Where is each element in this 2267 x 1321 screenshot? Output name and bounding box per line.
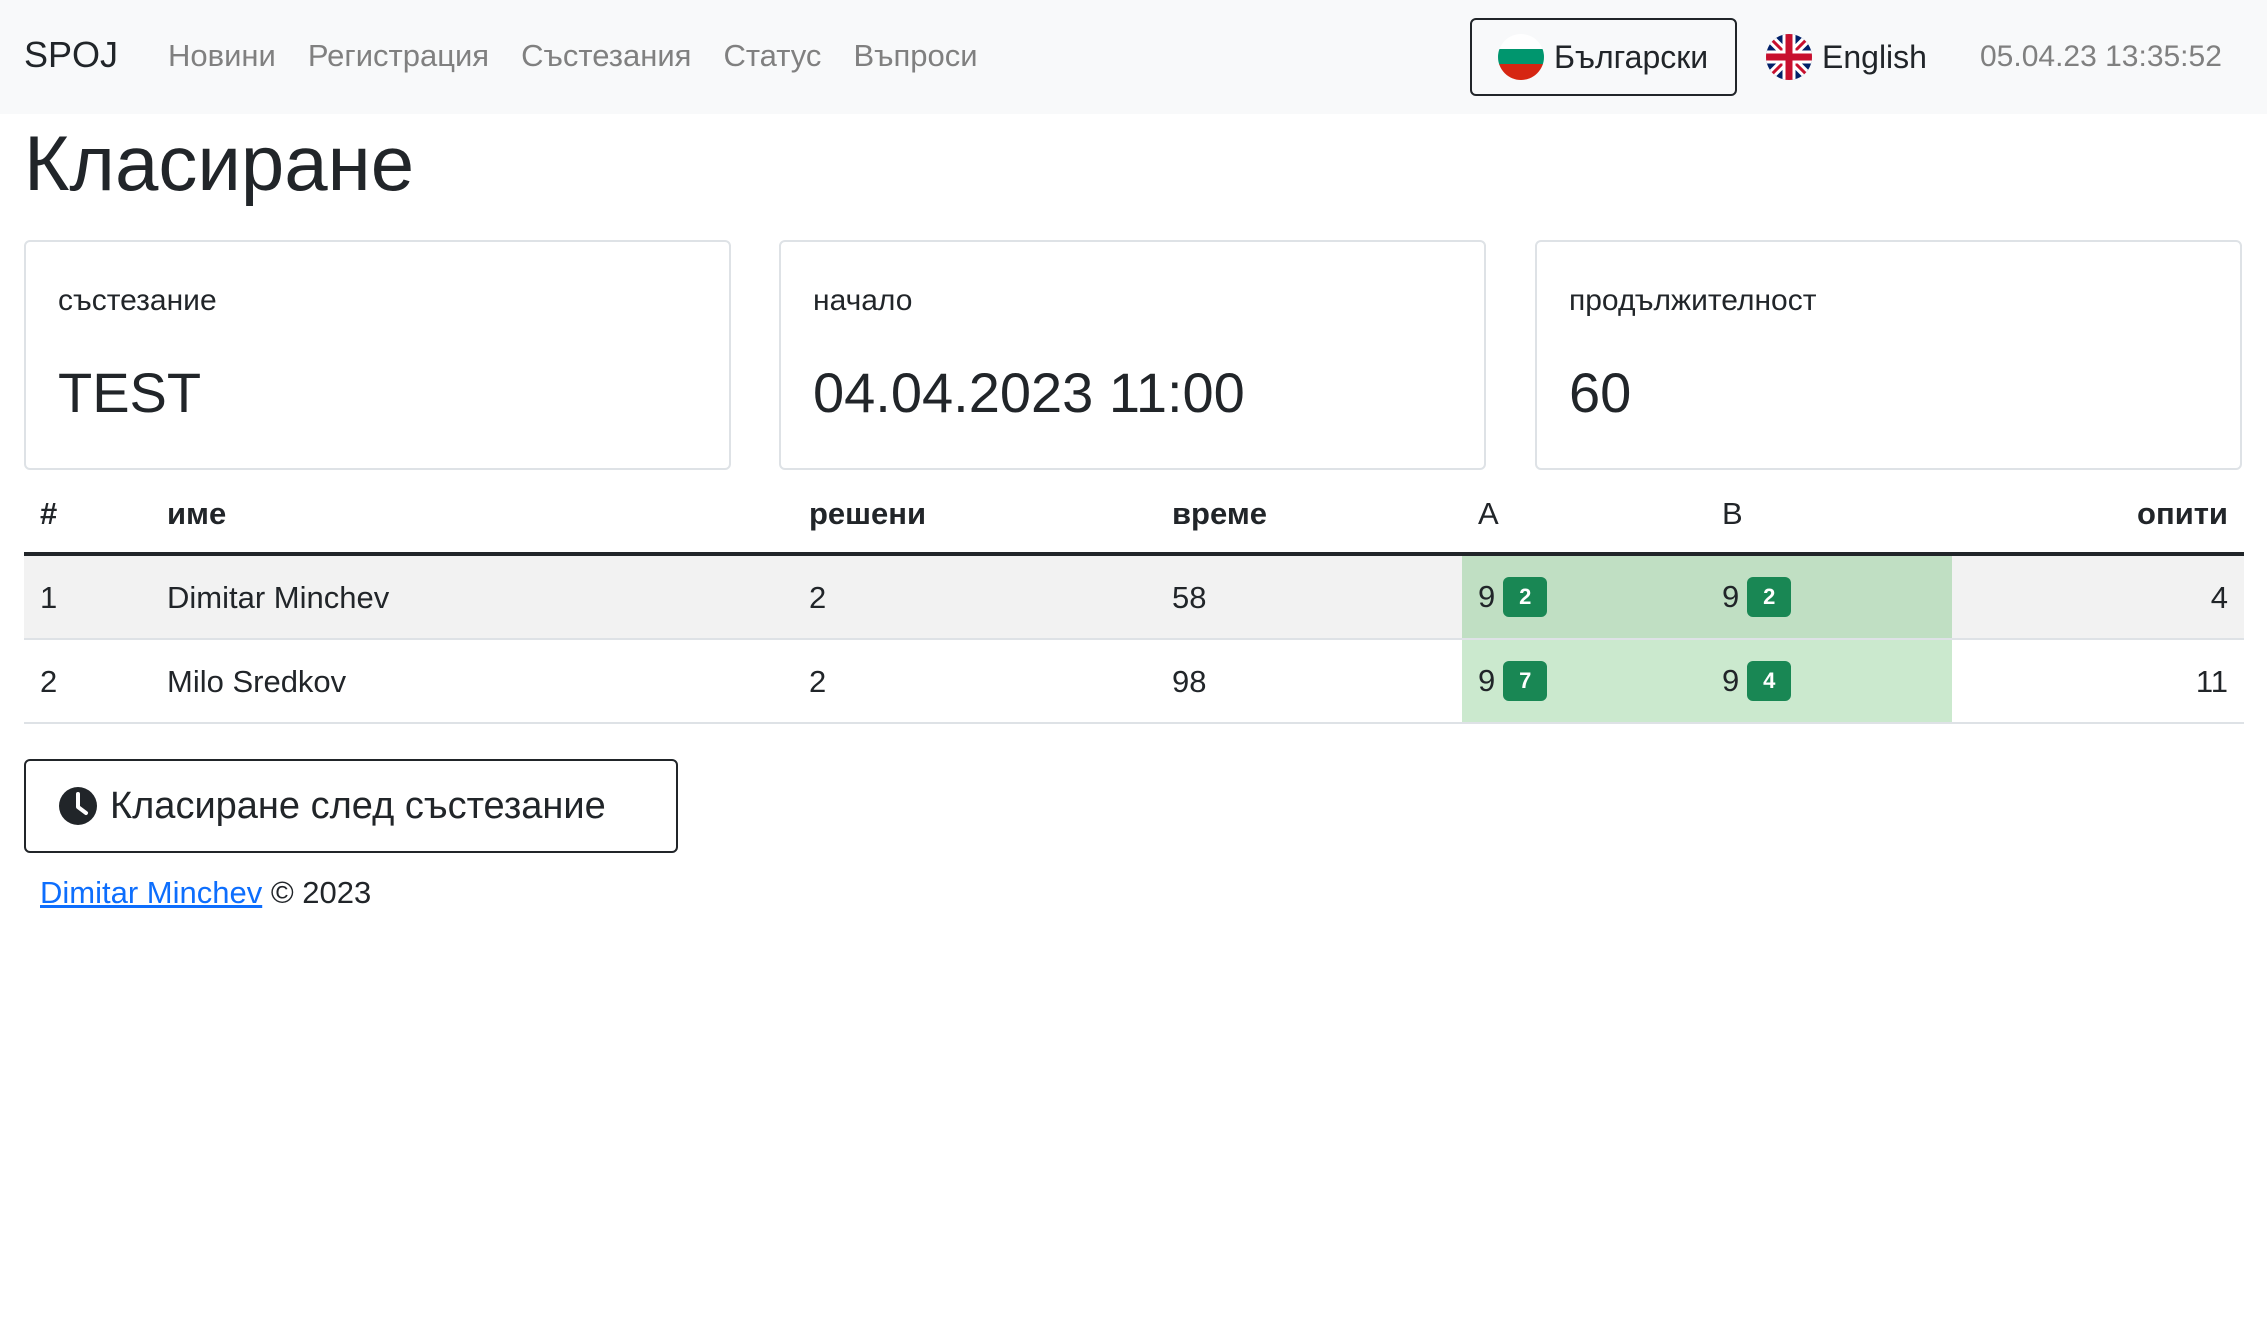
problem-a-score: 9 (1478, 663, 1496, 698)
problem-a-score: 9 (1478, 579, 1496, 614)
header-problem-a[interactable]: A (1478, 496, 1499, 532)
row-rank: 1 (40, 580, 58, 615)
row-time: 98 (1172, 664, 1207, 699)
row-problem-a-cell: 9 2 (1462, 556, 1706, 638)
duration-card-label: продължителност (1569, 284, 1817, 317)
standings-table: # име решени време A B опити 1 Dimitar M… (24, 482, 2244, 724)
footer: Dimitar Minchev © 2023 (40, 875, 371, 911)
row-rank: 2 (40, 664, 58, 699)
after-contest-standings-label: Класиране след състезание (110, 784, 606, 827)
uk-flag-icon (1766, 34, 1812, 80)
row-attempts: 4 (2210, 580, 2228, 615)
problem-b-tries-badge: 4 (1747, 661, 1792, 701)
page-title: Класиране (24, 119, 415, 207)
row-attempts: 11 (2195, 664, 2228, 699)
nav-link-contests[interactable]: Състезания (521, 38, 691, 74)
header-problem-b[interactable]: B (1722, 496, 1743, 532)
header-attempts: опити (2137, 496, 2228, 531)
footer-copyright: © 2023 (270, 875, 372, 910)
row-problem-b-cell: 9 4 (1706, 640, 1952, 722)
language-bulgarian-label: Български (1554, 38, 1709, 75)
row-solved: 2 (809, 664, 827, 699)
contest-card-label: състезание (58, 284, 217, 317)
contest-card: състезание TEST (24, 240, 731, 470)
server-clock: 05.04.23 13:35:52 (1980, 40, 2222, 73)
table-header: # име решени време A B опити (24, 482, 2244, 556)
language-english-label: English (1822, 38, 1927, 75)
language-english-button[interactable]: English (1766, 18, 1934, 96)
row-name: Milo Sredkov (167, 664, 347, 699)
after-contest-standings-button[interactable]: Класиране след състезание (24, 759, 678, 853)
start-card: начало 04.04.2023 11:00 (779, 240, 1486, 470)
duration-card-value: 60 (1569, 361, 1632, 424)
footer-author-link[interactable]: Dimitar Minchev (40, 875, 262, 910)
start-card-value: 04.04.2023 11:00 (813, 361, 1245, 424)
table-row: 2 Milo Sredkov 2 98 9 7 9 4 11 (24, 640, 2244, 724)
nav-link-questions[interactable]: Въпроси (853, 38, 977, 74)
row-problem-a-cell: 9 7 (1462, 640, 1706, 722)
table-row: 1 Dimitar Minchev 2 58 9 2 9 2 4 (24, 556, 2244, 640)
duration-card: продължителност 60 (1535, 240, 2242, 470)
row-solved: 2 (809, 580, 827, 615)
contest-card-value: TEST (58, 361, 202, 424)
header-solved: решени (809, 496, 927, 531)
row-time: 58 (1172, 580, 1207, 615)
language-bulgarian-button[interactable]: Български (1470, 18, 1737, 96)
clock-icon (59, 787, 97, 825)
nav-link-status[interactable]: Статус (723, 38, 821, 74)
row-name: Dimitar Minchev (167, 580, 390, 615)
navbar: SPOJ Новини Регистрация Състезания Стату… (0, 0, 2267, 114)
problem-a-tries-badge: 2 (1503, 577, 1548, 617)
row-problem-b-cell: 9 2 (1706, 556, 1952, 638)
bulgarian-flag-icon (1498, 34, 1544, 80)
nav-link-news[interactable]: Новини (168, 38, 276, 74)
nav-link-registration[interactable]: Регистрация (308, 38, 489, 74)
problem-a-tries-badge: 7 (1503, 661, 1548, 701)
nav-links: Новини Регистрация Състезания Статус Въп… (168, 38, 978, 74)
problem-b-score: 9 (1722, 663, 1740, 698)
problem-b-tries-badge: 2 (1747, 577, 1792, 617)
header-name: име (167, 496, 227, 531)
start-card-label: начало (813, 284, 913, 317)
problem-b-score: 9 (1722, 579, 1740, 614)
brand-link[interactable]: SPOJ (24, 34, 118, 76)
header-time: време (1172, 496, 1267, 531)
header-rank: # (40, 496, 58, 531)
